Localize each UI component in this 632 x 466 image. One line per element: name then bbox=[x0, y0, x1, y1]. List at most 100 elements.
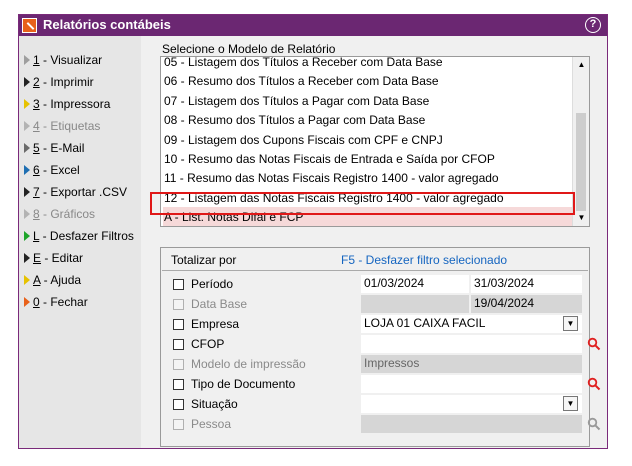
totalizar-label: Totalizar por bbox=[171, 253, 237, 267]
sidebar-item-impressora[interactable]: 3 - Impressora bbox=[24, 95, 110, 113]
data-base-field: 19/04/2024 bbox=[471, 295, 582, 313]
list-item[interactable]: 12 - Listagem das Notas Fiscais Registro… bbox=[163, 188, 576, 208]
shortcut-key: 8 bbox=[33, 207, 40, 221]
modelo-checkbox bbox=[173, 359, 184, 370]
arrow-icon bbox=[24, 143, 30, 153]
search-icon[interactable] bbox=[587, 377, 601, 391]
periodo-end-field[interactable]: 31/03/2024 bbox=[471, 275, 582, 293]
data-base-checkbox bbox=[173, 299, 184, 310]
shortcut-key: 0 bbox=[33, 295, 40, 309]
arrow-icon bbox=[24, 209, 30, 219]
sidebar-item-label: - Excel bbox=[39, 163, 80, 177]
window-title: Relatórios contábeis bbox=[43, 17, 171, 32]
list-item[interactable]: 09 - Listagem dos Cupons Fiscais com CPF… bbox=[163, 130, 576, 150]
shortcut-key: 1 bbox=[33, 53, 40, 67]
sidebar-item-label: - E-Mail bbox=[39, 141, 85, 155]
modelo-label: Modelo de impressão bbox=[191, 357, 306, 371]
shortcut-key: 3 bbox=[33, 97, 40, 111]
app-logo-icon bbox=[22, 18, 37, 33]
chevron-down-icon[interactable]: ▼ bbox=[563, 396, 578, 411]
search-icon[interactable] bbox=[587, 337, 601, 351]
tipo-documento-label: Tipo de Documento bbox=[191, 377, 296, 391]
list-item[interactable]: 08 - Resumo dos Títulos a Pagar com Data… bbox=[163, 110, 576, 130]
help-icon[interactable]: ? bbox=[585, 17, 601, 33]
periodo-label: Período bbox=[191, 277, 234, 291]
shortcut-key: 7 bbox=[33, 185, 40, 199]
cfop-checkbox[interactable] bbox=[173, 339, 184, 350]
pessoa-checkbox bbox=[173, 419, 184, 430]
sidebar-item-label: - Visualizar bbox=[39, 53, 103, 67]
periodo-checkbox[interactable] bbox=[173, 279, 184, 290]
divider bbox=[162, 270, 588, 271]
arrow-icon bbox=[24, 275, 30, 285]
shortcut-key: 6 bbox=[33, 163, 40, 177]
situacao-select[interactable] bbox=[361, 395, 582, 413]
model-selector-label: Selecione o Modelo de Relatório bbox=[162, 42, 336, 56]
empresa-checkbox[interactable] bbox=[173, 319, 184, 330]
cfop-field[interactable] bbox=[361, 335, 582, 353]
cfop-label: CFOP bbox=[191, 337, 225, 351]
empresa-select[interactable]: LOJA 01 CAIXA FACIL bbox=[361, 315, 582, 333]
sidebar-item-visualizar[interactable]: 1 - Visualizar bbox=[24, 51, 102, 69]
sidebar-item-label: - Impressora bbox=[39, 97, 111, 111]
sidebar: 1 - Visualizar 2 - Imprimir 3 - Impressora… bbox=[19, 36, 141, 448]
shortcut-key: E bbox=[33, 251, 42, 265]
title-bar: Relatórios contábeis ? bbox=[19, 15, 607, 36]
list-scrollbar[interactable]: ▲ ▼ bbox=[572, 57, 589, 226]
scroll-up-icon[interactable]: ▲ bbox=[575, 59, 588, 71]
shortcut-key: 2 bbox=[33, 75, 40, 89]
sidebar-item-fechar[interactable]: 0 - Fechar bbox=[24, 293, 88, 311]
search-icon bbox=[587, 417, 601, 431]
arrow-icon bbox=[24, 121, 30, 131]
arrow-icon bbox=[24, 253, 30, 263]
empresa-label: Empresa bbox=[191, 317, 240, 331]
sidebar-item-label: - Editar bbox=[41, 251, 84, 265]
sidebar-item-label: - Imprimir bbox=[39, 75, 94, 89]
list-item[interactable]: 05 - Listagem dos Títulos a Receber com … bbox=[163, 57, 576, 72]
shortcut-key: 5 bbox=[33, 141, 40, 155]
list-item[interactable]: A - List. Notas Difal e FCP bbox=[163, 207, 576, 226]
list-item[interactable]: 10 - Resumo das Notas Fiscais de Entrada… bbox=[163, 149, 576, 169]
sidebar-item-imprimir[interactable]: 2 - Imprimir bbox=[24, 73, 94, 91]
arrow-icon bbox=[24, 187, 30, 197]
chevron-down-icon[interactable]: ▼ bbox=[563, 316, 578, 331]
sidebar-item-label: - Gráficos bbox=[39, 207, 96, 221]
report-window: Relatórios contábeis ? 1 - Visualizar 2 -… bbox=[18, 14, 608, 449]
sidebar-item-exportar-csv[interactable]: 7 - Exportar .CSV bbox=[24, 183, 127, 201]
data-base-empty-field bbox=[361, 295, 469, 313]
sidebar-item-editar[interactable]: E - Editar bbox=[24, 249, 83, 267]
sidebar-item-label: - Exportar .CSV bbox=[39, 185, 128, 199]
sidebar-item-ajuda[interactable]: A - Ajuda bbox=[24, 271, 81, 289]
sidebar-item-label: - Desfazer Filtros bbox=[39, 229, 134, 243]
list-item[interactable]: 06 - Resumo dos Títulos a Receber com Da… bbox=[163, 71, 576, 91]
pessoa-field bbox=[361, 415, 582, 433]
tipo-documento-checkbox[interactable] bbox=[173, 379, 184, 390]
sidebar-item-label: - Fechar bbox=[39, 295, 88, 309]
scroll-down-icon[interactable]: ▼ bbox=[575, 212, 588, 224]
sidebar-item-e-mail[interactable]: 5 - E-Mail bbox=[24, 139, 84, 157]
data-base-label: Data Base bbox=[191, 297, 248, 311]
tipo-documento-field[interactable] bbox=[361, 375, 582, 393]
sidebar-item-desfazer-filtros[interactable]: L - Desfazer Filtros bbox=[24, 227, 134, 245]
scroll-thumb[interactable] bbox=[576, 113, 586, 211]
sidebar-item-excel[interactable]: 6 - Excel bbox=[24, 161, 80, 179]
list-item[interactable]: 07 - Listagem dos Títulos a Pagar com Da… bbox=[163, 91, 576, 111]
sidebar-item-label: - Ajuda bbox=[40, 273, 82, 287]
filter-panel: Totalizar por F5 - Desfazer filtro selec… bbox=[160, 247, 601, 447]
arrow-icon bbox=[24, 99, 30, 109]
shortcut-key: 4 bbox=[33, 119, 40, 133]
undo-filter-link[interactable]: F5 - Desfazer filtro selecionado bbox=[341, 253, 507, 267]
sidebar-item-gr-ficos: 8 - Gráficos bbox=[24, 205, 95, 223]
list-item[interactable]: 11 - Resumo das Notas Fiscais Registro 1… bbox=[163, 168, 576, 188]
arrow-icon bbox=[24, 231, 30, 241]
pessoa-label: Pessoa bbox=[191, 417, 232, 431]
arrow-icon bbox=[24, 297, 30, 307]
situacao-label: Situação bbox=[191, 397, 238, 411]
sidebar-item-label: - Etiquetas bbox=[39, 119, 101, 133]
modelo-select: Impressos bbox=[361, 355, 582, 373]
model-listbox[interactable]: X-Relatório teste aracalceA - List. Nota… bbox=[160, 56, 590, 227]
situacao-checkbox[interactable] bbox=[173, 399, 184, 410]
periodo-start-field[interactable]: 01/03/2024 bbox=[361, 275, 469, 293]
arrow-icon bbox=[24, 55, 30, 65]
arrow-icon bbox=[24, 165, 30, 175]
